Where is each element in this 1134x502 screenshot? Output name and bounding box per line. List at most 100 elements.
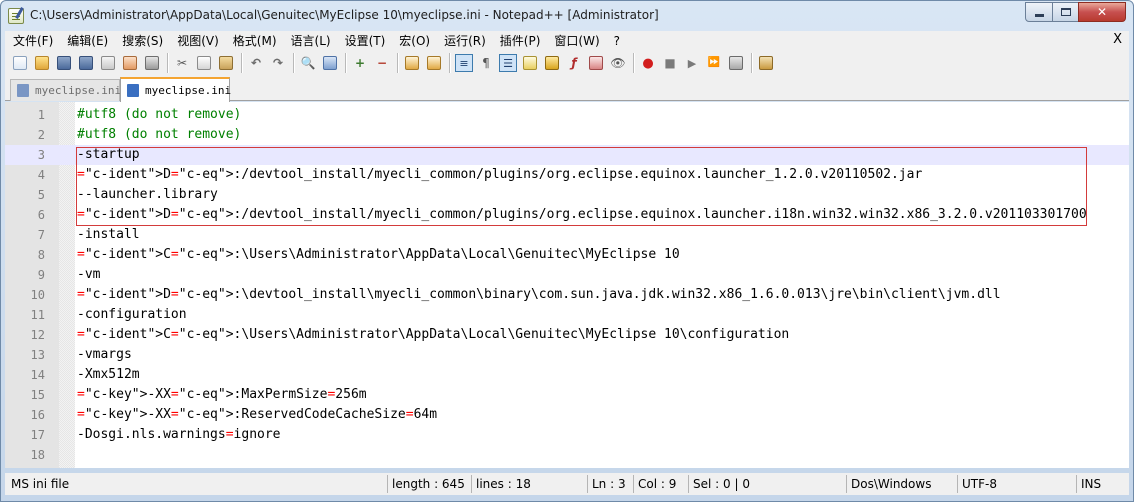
save-button[interactable] <box>55 54 73 72</box>
tab-myeclipse-ini-2[interactable]: myeclipse.ini <box>120 77 231 102</box>
code-line[interactable]: 11 -configuration <box>5 305 1129 325</box>
language-button[interactable] <box>521 54 539 72</box>
save-icon <box>57 56 71 70</box>
status-eol: Dos\Windows <box>846 475 931 493</box>
minimize-icon <box>1034 13 1044 17</box>
record-icon: ● <box>642 55 654 71</box>
menu-edit[interactable]: 编辑(E) <box>59 32 114 49</box>
menu-language[interactable]: 语言(L) <box>283 32 337 49</box>
copy-icon <box>197 56 211 70</box>
folder-workspace-button[interactable] <box>587 54 605 72</box>
stop-macro-button[interactable]: ■ <box>661 54 679 72</box>
menu-view[interactable]: 视图(V) <box>169 32 225 49</box>
redo-button[interactable]: ↷ <box>269 54 287 72</box>
doc-map-button[interactable] <box>543 54 561 72</box>
replace-button[interactable] <box>321 54 339 72</box>
indent-guide-button[interactable]: ☰ <box>499 54 517 72</box>
menu-bar: 文件(F) 编辑(E) 搜索(S) 视图(V) 格式(M) 语言(L) 设置(T… <box>5 31 1129 50</box>
line-number: 15 <box>30 388 45 402</box>
close-file-button[interactable] <box>99 54 117 72</box>
plugin-button[interactable] <box>757 54 775 72</box>
new-file-button[interactable] <box>11 54 29 72</box>
menu-window[interactable]: 窗口(W) <box>546 32 605 49</box>
menu-settings[interactable]: 设置(T) <box>337 32 392 49</box>
title-bar[interactable]: C:\Users\Administrator\AppData\Local\Gen… <box>1 1 1133 31</box>
menu-file[interactable]: 文件(F) <box>5 32 59 49</box>
cut-button[interactable]: ✂ <box>173 54 191 72</box>
open-file-button[interactable] <box>33 54 51 72</box>
line-text: --launcher.library <box>77 187 218 202</box>
menu-macro[interactable]: 宏(O) <box>391 32 436 49</box>
print-button[interactable] <box>143 54 161 72</box>
zoom-out-icon: − <box>376 56 388 70</box>
play-macro-button[interactable]: ▶ <box>683 54 701 72</box>
stop-icon: ■ <box>664 56 676 70</box>
code-line[interactable]: 8 ="c-ident">C="c-eq">:\Users\Administrat… <box>5 245 1129 265</box>
sync-horizontal-button[interactable] <box>425 54 443 72</box>
code-line[interactable]: 9 -vm <box>5 265 1129 285</box>
code-line[interactable]: 5 --launcher.library <box>5 185 1129 205</box>
plugin-icon <box>759 56 773 70</box>
menu-plugins[interactable]: 插件(P) <box>492 32 547 49</box>
line-number: 16 <box>30 408 45 422</box>
line-number: 10 <box>30 288 45 302</box>
line-text: ="c-ident">D="c-eq">:/devtool_install/my… <box>77 207 1087 222</box>
zoom-in-button[interactable]: + <box>351 54 369 72</box>
sync-vertical-button[interactable] <box>403 54 421 72</box>
status-encoding: UTF-8 <box>957 475 997 493</box>
saved-file-icon <box>17 84 29 97</box>
monitoring-button[interactable]: 👁 <box>609 54 627 72</box>
print-icon <box>145 56 159 70</box>
code-line[interactable]: 13 -vmargs <box>5 345 1129 365</box>
close-document-button[interactable]: X <box>1113 32 1122 47</box>
notepadpp-app-icon[interactable] <box>8 8 24 24</box>
line-number: 14 <box>30 368 45 382</box>
folder-workspace-icon <box>589 56 603 70</box>
menu-format[interactable]: 格式(M) <box>225 32 283 49</box>
code-line[interactable]: 3 -startup <box>5 145 1129 165</box>
maximize-button[interactable] <box>1052 2 1079 22</box>
zoom-out-button[interactable]: − <box>373 54 391 72</box>
code-line[interactable]: 7 -install <box>5 225 1129 245</box>
code-line[interactable]: 12 ="c-ident">C="c-eq">:\Users\Administra… <box>5 325 1129 345</box>
code-line[interactable]: 16 ="c-key">-XX="c-eq">:ReservedCodeCache… <box>5 405 1129 425</box>
notepadpp-window: C:\Users\Administrator\AppData\Local\Gen… <box>0 0 1134 502</box>
code-line[interactable]: 14 -Xmx512m <box>5 365 1129 385</box>
function-list-icon: ƒ <box>571 56 577 70</box>
run-macro-multiple-button[interactable]: ⏩ <box>705 54 723 72</box>
code-line[interactable]: 18 <box>5 445 1129 465</box>
close-window-button[interactable]: ✕ <box>1078 2 1126 22</box>
show-all-chars-button[interactable]: ¶ <box>477 54 495 72</box>
status-insert-mode: INS <box>1076 475 1101 493</box>
save-all-button[interactable] <box>77 54 95 72</box>
menu-search[interactable]: 搜索(S) <box>114 32 169 49</box>
function-list-button[interactable]: ƒ <box>565 54 583 72</box>
paste-button[interactable] <box>217 54 235 72</box>
status-bar: MS ini file length : 645 lines : 18 Ln :… <box>5 473 1129 495</box>
close-file-icon <box>101 56 115 70</box>
code-line[interactable]: 17 -Dosgi.nls.warnings=ignore <box>5 425 1129 445</box>
toolbar-separator <box>167 53 168 73</box>
find-button[interactable]: 🔍 <box>299 54 317 72</box>
code-line[interactable]: 6 ="c-ident">D="c-eq">:/devtool_install/m… <box>5 205 1129 225</box>
record-macro-button[interactable]: ● <box>639 54 657 72</box>
code-line[interactable]: 1 #utf8 (do not remove) <box>5 105 1129 125</box>
code-line[interactable]: 2 #utf8 (do not remove) <box>5 125 1129 145</box>
close-icon: ✕ <box>1096 5 1108 19</box>
code-line[interactable]: 10 ="c-ident">D="c-eq">:\devtool_install\… <box>5 285 1129 305</box>
redo-icon: ↷ <box>272 56 284 70</box>
undo-button[interactable]: ↶ <box>247 54 265 72</box>
toolbar-separator <box>633 53 634 73</box>
minimize-button[interactable] <box>1025 2 1053 22</box>
menu-help[interactable]: ? <box>606 34 626 48</box>
close-all-button[interactable] <box>121 54 139 72</box>
code-line[interactable]: 4 ="c-ident">D="c-eq">:/devtool_install/m… <box>5 165 1129 185</box>
copy-button[interactable] <box>195 54 213 72</box>
editor-area[interactable]: 1 #utf8 (do not remove) 2 #utf8 (do not rem… <box>5 102 1129 468</box>
menu-run[interactable]: 运行(R) <box>436 32 492 49</box>
save-macro-button[interactable] <box>727 54 745 72</box>
tab-myeclipse-ini-1[interactable]: myeclipse.ini <box>10 79 121 101</box>
word-wrap-button[interactable]: ≡ <box>455 54 473 72</box>
code-line[interactable]: 15 ="c-key">-XX="c-eq">:MaxPermSize=256m <box>5 385 1129 405</box>
line-number: 12 <box>30 328 45 342</box>
